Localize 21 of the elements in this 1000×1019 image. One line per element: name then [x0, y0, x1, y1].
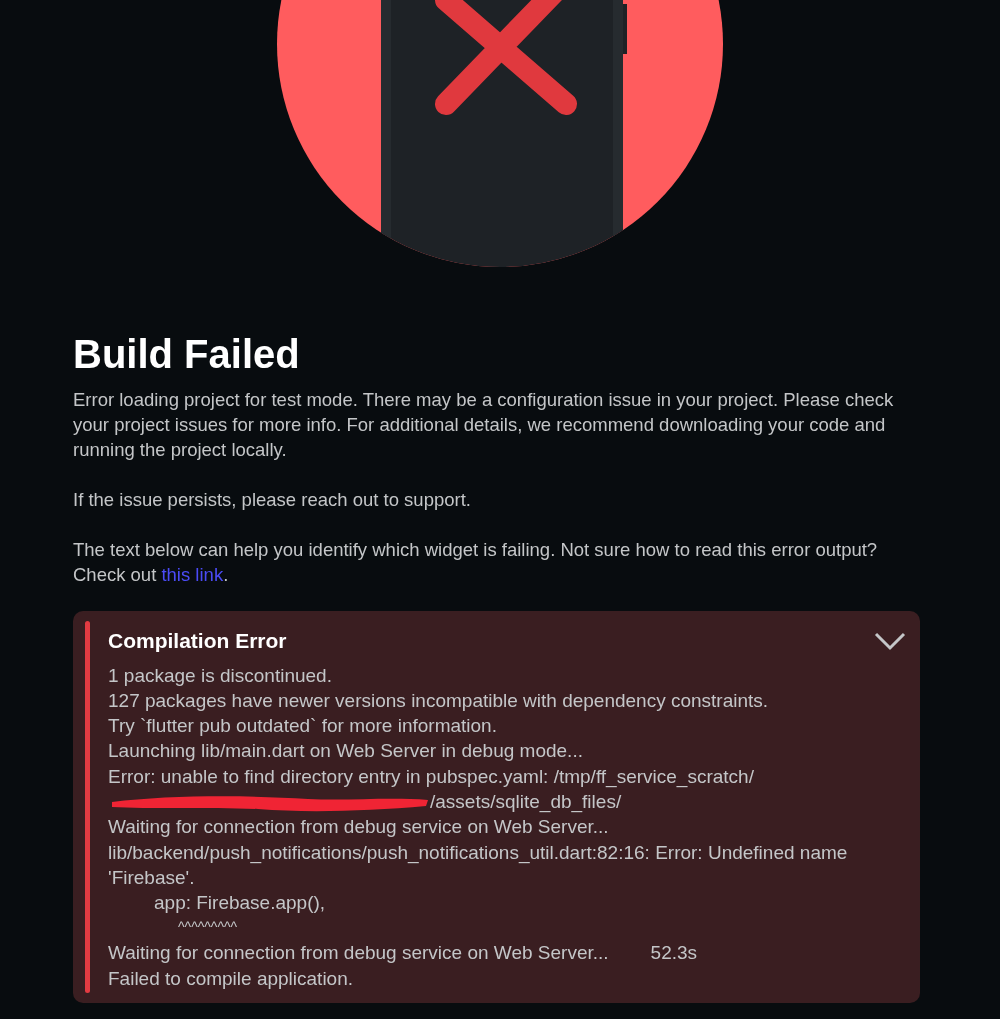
- message-paragraph: If the issue persists, please reach out to support.: [73, 488, 472, 512]
- help-link[interactable]: this link: [161, 564, 224, 585]
- log-line: /assets/sqlite_db_files/: [430, 790, 622, 815]
- elapsed-time: 52.3s: [650, 941, 698, 966]
- log-line: Waiting for connection from debug service on Web Server...: [108, 815, 610, 840]
- panel-title: Compilation Error: [108, 628, 287, 654]
- log-line: app: Firebase.app(),: [153, 891, 327, 916]
- message-paragraph: Error loading project for test mode. There may be a configuration issue in your project. Please check your project issues for more info. For additional details, we recommend downloading your code and running the project locally.: [73, 388, 895, 462]
- log-line: lib/backend/push_notifications/push_notifications_util.dart:82:16: Error: Undefined name 'Firebase'.: [108, 840, 849, 890]
- log-line: Failed to compile application.: [108, 966, 355, 991]
- log-line: 127 packages have newer versions incompatible with dependency constraints.: [108, 688, 770, 713]
- log-line: Launching lib/main.dart on Web Server in debug mode...: [108, 739, 584, 764]
- log-line: 1 package is discontinued.: [108, 663, 333, 688]
- message-paragraph: The text below can help you identify which widget is failing. Not sure how to read this error output? Check out this link.: [73, 538, 879, 587]
- page-title: Build Failed: [73, 331, 301, 377]
- log-line: Error: unable to find directory entry in pubspec.yaml: /tmp/ff_service_scratch/: [108, 764, 755, 789]
- error-marker: ^^^^^^^^^: [177, 918, 239, 938]
- chevron-button[interactable]: [874, 630, 906, 651]
- chevron-icon: [874, 630, 906, 651]
- log-line: Try `flutter pub outdated` for more information.: [108, 714, 498, 739]
- log-line: Waiting for connection from debug service on Web Server...: [108, 941, 609, 966]
